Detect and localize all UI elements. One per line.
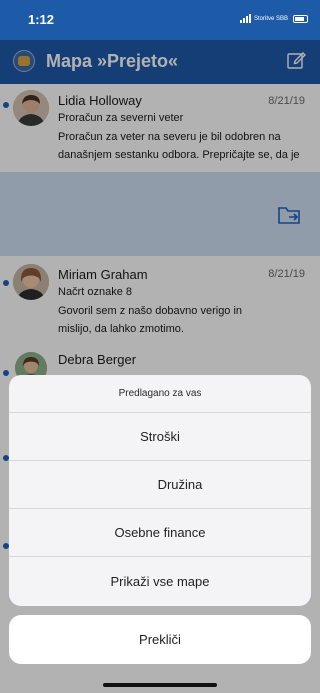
status-bar: 1:12 Storitve SBB: [0, 0, 320, 40]
sheet-item-show-all-folders[interactable]: Prikaži vse mape: [9, 557, 311, 605]
sheet-item-stroski[interactable]: Stroški: [9, 413, 311, 461]
carrier-label: Storitve SBB: [253, 15, 288, 22]
folder-action-sheet: Predlagano za vas Stroški Družina Osebne…: [9, 375, 311, 606]
signal-icon: [239, 14, 251, 23]
sheet-header: Predlagano za vas: [9, 375, 311, 413]
sheet-item-osebne-finance[interactable]: Osebne finance: [9, 509, 311, 557]
status-time: 1:12: [28, 12, 55, 27]
battery-icon: [293, 14, 308, 23]
home-indicator[interactable]: [103, 683, 217, 687]
status-indicators: Storitve SBB: [239, 14, 308, 23]
sheet-item-druzina[interactable]: Družina: [9, 461, 311, 509]
cancel-button[interactable]: Prekliči: [9, 615, 311, 664]
